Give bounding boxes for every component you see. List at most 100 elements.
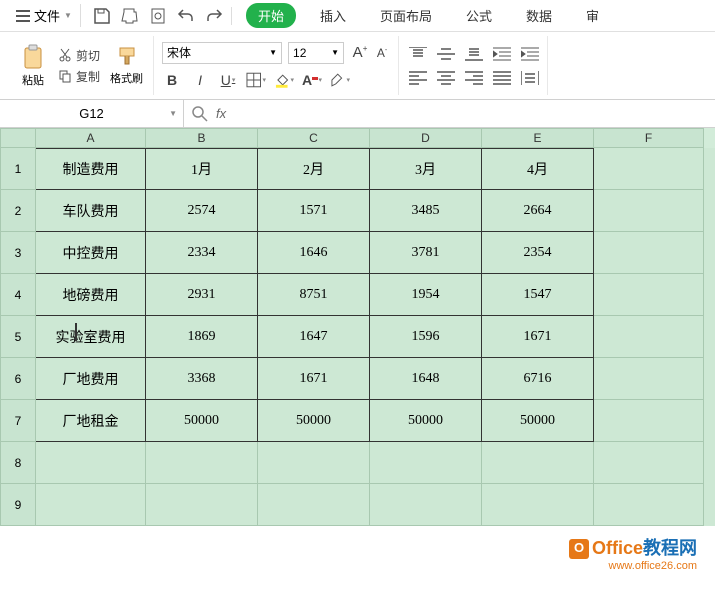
cell[interactable]: 厂地费用 bbox=[36, 358, 146, 400]
cell[interactable]: 地磅费用 bbox=[36, 274, 146, 316]
row-header[interactable]: 4 bbox=[0, 274, 36, 316]
name-box[interactable]: ▼ bbox=[0, 100, 184, 127]
cell[interactable]: 3485 bbox=[370, 190, 482, 232]
decrease-indent-button[interactable] bbox=[491, 45, 513, 63]
cell[interactable]: 2月 bbox=[258, 148, 370, 190]
cell[interactable] bbox=[594, 442, 704, 484]
cell[interactable]: 1954 bbox=[370, 274, 482, 316]
tab-home[interactable]: 开始 bbox=[246, 3, 296, 28]
tab-formulas[interactable]: 公式 bbox=[456, 2, 502, 29]
align-left-button[interactable] bbox=[407, 69, 429, 87]
cell[interactable] bbox=[594, 484, 704, 526]
highlight-button[interactable]: ▾ bbox=[330, 70, 350, 90]
undo-icon[interactable] bbox=[177, 7, 195, 25]
cell[interactable]: 1月 bbox=[146, 148, 258, 190]
cell[interactable]: 1869 bbox=[146, 316, 258, 358]
row-header[interactable]: 6 bbox=[0, 358, 36, 400]
cell[interactable]: 中控费用 bbox=[36, 232, 146, 274]
tab-data[interactable]: 数据 bbox=[516, 2, 562, 29]
print-icon[interactable] bbox=[121, 7, 139, 25]
cell[interactable]: 1648 bbox=[370, 358, 482, 400]
copy-button[interactable]: 复制 bbox=[58, 68, 100, 85]
column-header-B[interactable]: B bbox=[146, 128, 258, 148]
cell[interactable] bbox=[594, 274, 704, 316]
cell[interactable] bbox=[258, 484, 370, 526]
cell[interactable]: 1671 bbox=[482, 316, 594, 358]
align-right-button[interactable] bbox=[463, 69, 485, 87]
tab-review[interactable]: 审 bbox=[576, 2, 609, 29]
paste-button[interactable]: 粘贴 bbox=[14, 42, 52, 90]
search-icon[interactable] bbox=[192, 106, 208, 122]
row-header[interactable]: 2 bbox=[0, 190, 36, 232]
format-painter-button[interactable]: 格式刷 bbox=[106, 44, 147, 88]
row-header[interactable]: 5 bbox=[0, 316, 36, 358]
cell[interactable] bbox=[482, 442, 594, 484]
cell[interactable] bbox=[594, 316, 704, 358]
name-box-input[interactable] bbox=[0, 106, 183, 121]
save-icon[interactable] bbox=[93, 7, 111, 25]
cell[interactable] bbox=[594, 148, 704, 190]
cell[interactable]: 2334 bbox=[146, 232, 258, 274]
cell[interactable]: 制造费用 bbox=[36, 148, 146, 190]
cut-button[interactable]: 剪切 bbox=[58, 47, 100, 64]
formula-input[interactable] bbox=[234, 100, 715, 127]
cell[interactable]: 1596 bbox=[370, 316, 482, 358]
align-top-button[interactable] bbox=[407, 45, 429, 63]
cell[interactable] bbox=[594, 232, 704, 274]
cell[interactable]: 1646 bbox=[258, 232, 370, 274]
cell[interactable]: 3368 bbox=[146, 358, 258, 400]
cell[interactable]: 1571 bbox=[258, 190, 370, 232]
select-all-corner[interactable] bbox=[0, 128, 36, 148]
cell[interactable] bbox=[482, 484, 594, 526]
row-header[interactable]: 1 bbox=[0, 148, 36, 190]
underline-button[interactable]: U▾ bbox=[218, 70, 238, 90]
cell[interactable]: 2931 bbox=[146, 274, 258, 316]
cell[interactable]: 3781 bbox=[370, 232, 482, 274]
row-header[interactable]: 9 bbox=[0, 484, 36, 526]
column-header-E[interactable]: E bbox=[482, 128, 594, 148]
cell[interactable]: 2354 bbox=[482, 232, 594, 274]
cell[interactable]: 50000 bbox=[370, 400, 482, 442]
row-header[interactable]: 7 bbox=[0, 400, 36, 442]
file-menu[interactable]: 文件 ▼ bbox=[8, 4, 81, 27]
cell[interactable]: 3月 bbox=[370, 148, 482, 190]
cell[interactable]: 实验室费用 bbox=[36, 316, 146, 358]
cell[interactable]: 1671 bbox=[258, 358, 370, 400]
decrease-font-button[interactable]: A- bbox=[372, 43, 392, 63]
cell[interactable] bbox=[36, 442, 146, 484]
cell[interactable] bbox=[36, 484, 146, 526]
cell[interactable]: 车队费用 bbox=[36, 190, 146, 232]
cell[interactable]: 2574 bbox=[146, 190, 258, 232]
redo-icon[interactable] bbox=[205, 7, 223, 25]
column-header-D[interactable]: D bbox=[370, 128, 482, 148]
italic-button[interactable]: I bbox=[190, 70, 210, 90]
border-button[interactable]: ▾ bbox=[246, 70, 266, 90]
cell[interactable] bbox=[370, 484, 482, 526]
cell[interactable]: 50000 bbox=[482, 400, 594, 442]
increase-font-button[interactable]: A+ bbox=[350, 43, 370, 63]
fill-color-button[interactable]: ▾ bbox=[274, 70, 294, 90]
bold-button[interactable]: B bbox=[162, 70, 182, 90]
cell[interactable] bbox=[146, 442, 258, 484]
align-middle-button[interactable] bbox=[435, 45, 457, 63]
cell[interactable] bbox=[594, 190, 704, 232]
cell[interactable] bbox=[594, 358, 704, 400]
align-center-button[interactable] bbox=[435, 69, 457, 87]
font-size-select[interactable]: 12 ▼ bbox=[288, 42, 344, 64]
tab-insert[interactable]: 插入 bbox=[310, 2, 356, 29]
print-preview-icon[interactable] bbox=[149, 7, 167, 25]
increase-indent-button[interactable] bbox=[519, 45, 541, 63]
cell[interactable]: 6716 bbox=[482, 358, 594, 400]
font-color-button[interactable]: A▾ bbox=[302, 70, 322, 90]
cell[interactable] bbox=[146, 484, 258, 526]
cell[interactable]: 4月 bbox=[482, 148, 594, 190]
cell[interactable]: 2664 bbox=[482, 190, 594, 232]
cell[interactable]: 8751 bbox=[258, 274, 370, 316]
column-header-C[interactable]: C bbox=[258, 128, 370, 148]
cell[interactable]: 1647 bbox=[258, 316, 370, 358]
distribute-button[interactable] bbox=[519, 69, 541, 87]
font-name-select[interactable]: 宋体 ▼ bbox=[162, 42, 282, 64]
row-header[interactable]: 3 bbox=[0, 232, 36, 274]
column-header-A[interactable]: A bbox=[36, 128, 146, 148]
row-header[interactable]: 8 bbox=[0, 442, 36, 484]
